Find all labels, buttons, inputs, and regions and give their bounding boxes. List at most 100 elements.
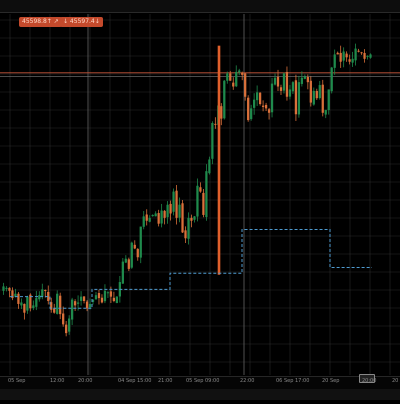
candle-body xyxy=(199,187,202,192)
candle-body xyxy=(136,248,139,258)
candle-body xyxy=(250,108,253,120)
candle-body xyxy=(264,104,268,109)
bid-price-text: 45598.8↑ ↗ xyxy=(22,18,59,25)
candle-body xyxy=(261,105,265,107)
candle-body xyxy=(106,292,110,294)
chart-area[interactable] xyxy=(0,0,400,400)
candle-body xyxy=(282,73,286,91)
candle-body xyxy=(142,216,145,227)
candle-body xyxy=(360,52,363,54)
candle-body xyxy=(148,217,151,222)
candle-body xyxy=(65,324,68,334)
candle-body xyxy=(151,214,154,217)
candle-body xyxy=(109,291,113,297)
top-toolbar xyxy=(0,0,400,13)
candle-body xyxy=(166,204,169,218)
candle-body xyxy=(145,214,148,221)
candle-body xyxy=(103,290,107,302)
stop-level-stepline xyxy=(10,229,372,309)
candle-body xyxy=(294,80,298,115)
candle-body xyxy=(53,308,56,313)
candle-body xyxy=(315,90,318,99)
candle-body xyxy=(68,318,71,332)
candle-body xyxy=(220,106,223,119)
candle-body xyxy=(339,52,342,62)
candle-body xyxy=(97,293,101,299)
candle-body xyxy=(154,213,157,217)
candle-body xyxy=(62,313,65,325)
candle-body xyxy=(163,210,166,218)
bid-price-tag[interactable]: 45598.8↑ ↗ xyxy=(19,17,62,27)
candle-body xyxy=(285,71,289,97)
candle-body xyxy=(253,99,256,108)
x-tick-label: 20 xyxy=(392,378,399,384)
candle-body xyxy=(202,192,205,215)
candle-body xyxy=(82,296,86,302)
candle-body xyxy=(94,295,98,300)
x-tick-label: 20:00 xyxy=(362,378,377,384)
candle-body xyxy=(88,303,92,308)
candle-body xyxy=(181,203,184,233)
candle-body xyxy=(229,73,232,81)
candle-body xyxy=(327,89,330,111)
candle-body xyxy=(56,293,59,314)
candle-body xyxy=(279,87,283,91)
x-tick-label: 04 Sep 15:00 xyxy=(118,378,152,384)
ask-price-text: ↓ 45597.4↓ xyxy=(63,18,100,25)
candle-body xyxy=(85,301,89,309)
x-tick-label: 06 Sep 17:00 xyxy=(276,378,310,384)
x-tick-label: 21:00 xyxy=(158,378,173,384)
candle-body xyxy=(124,258,127,263)
candle-body xyxy=(115,296,119,304)
x-tick-label: 20:00 xyxy=(78,378,93,384)
candle-body xyxy=(130,242,133,268)
x-tick-label: 22:00 xyxy=(240,378,255,384)
candle-body xyxy=(32,305,35,309)
candle-body xyxy=(330,67,333,92)
candle-body xyxy=(366,55,369,57)
candle-body xyxy=(354,48,357,61)
candle-body xyxy=(324,109,327,115)
candle-body xyxy=(26,296,29,311)
candle-body xyxy=(276,76,280,87)
candle-body xyxy=(297,82,301,115)
x-tick-label: 05 Sep xyxy=(8,378,26,384)
candle-body xyxy=(241,72,244,75)
candle-body xyxy=(184,230,187,239)
candle-body xyxy=(303,76,306,79)
candle-body xyxy=(214,123,217,125)
candle-body xyxy=(270,83,274,113)
candle-body xyxy=(196,185,199,217)
candle-body xyxy=(187,217,190,239)
spike-candle xyxy=(217,45,221,275)
candle-body xyxy=(100,297,104,303)
candle-body xyxy=(160,210,163,224)
candle-body xyxy=(20,302,23,306)
x-tick-label: 12:00 xyxy=(50,378,65,384)
candle-body xyxy=(172,191,175,212)
candle-body xyxy=(333,54,336,68)
candle-body xyxy=(193,216,196,220)
candle-body xyxy=(318,85,321,99)
candle-body xyxy=(59,295,62,315)
candle-body xyxy=(351,58,354,63)
candle-body xyxy=(312,90,315,105)
ask-price-tag[interactable]: ↓ 45597.4↓ xyxy=(60,17,103,27)
candle-body xyxy=(235,71,238,87)
x-tick-label: 20 Sep xyxy=(322,378,340,384)
candle-body xyxy=(273,77,277,85)
candle-body xyxy=(8,287,11,291)
candle-body xyxy=(35,298,38,307)
candle-body xyxy=(357,50,360,52)
candle-body xyxy=(291,82,295,92)
candle-body xyxy=(5,287,8,289)
candle-body xyxy=(44,289,47,291)
candle-body xyxy=(190,217,193,221)
x-tick-label: 05 Sep 09:00 xyxy=(186,378,220,384)
candle-body xyxy=(139,226,142,258)
candle-body xyxy=(127,259,130,269)
candle-body xyxy=(133,244,136,249)
candle-body xyxy=(348,59,351,62)
candle-body xyxy=(112,297,116,302)
candle-body xyxy=(79,296,83,301)
